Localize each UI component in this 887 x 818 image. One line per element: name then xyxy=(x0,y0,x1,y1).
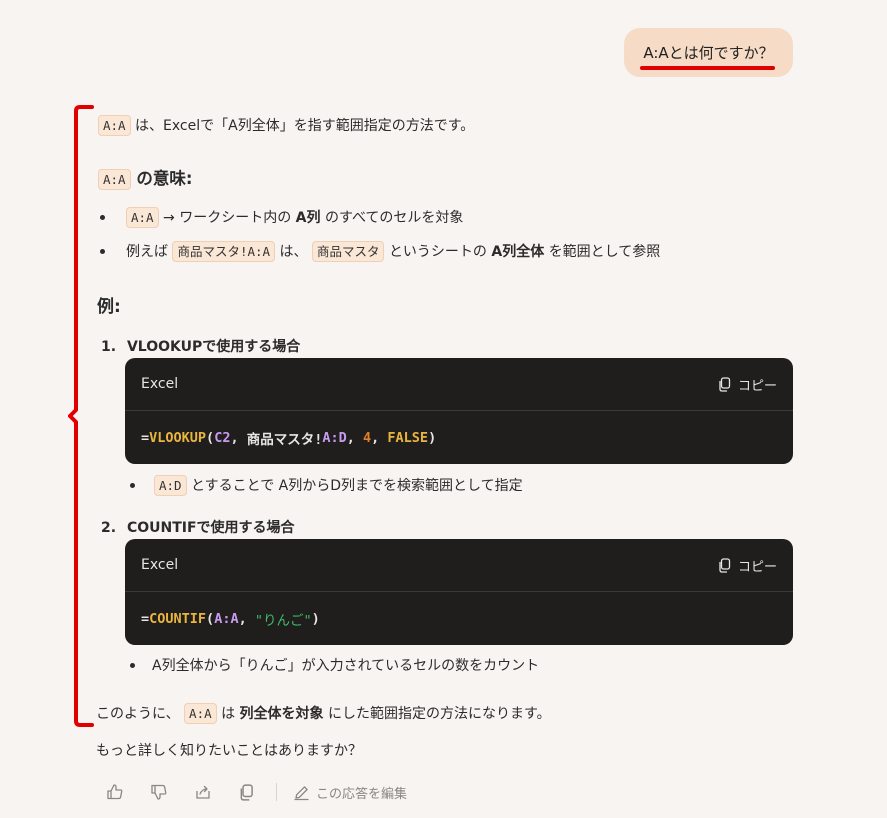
conclusion-text: は xyxy=(221,706,236,722)
example-title: VLOOKUPで使用する場合 xyxy=(126,339,301,355)
example-title: COUNTIFで使用する場合 xyxy=(126,520,295,536)
example-1-title: 1. VLOOKUPで使用する場合 xyxy=(101,336,300,356)
bullet-text: は、 xyxy=(279,244,308,260)
list-number: 1. xyxy=(101,339,117,355)
code-block-header: Excel コピー xyxy=(125,358,793,411)
code-token: ( xyxy=(206,429,215,446)
bullet-text: というシートの xyxy=(388,244,487,260)
bullet-dot xyxy=(100,215,105,220)
inline-code: A:A xyxy=(184,703,217,724)
inline-code: 商品マスタ xyxy=(311,241,385,262)
list-item: A:D とすることで A列からD列までを検索範囲として指定 xyxy=(154,475,523,496)
followup-question: もっと詳しく知りたいことはありますか？ xyxy=(96,743,362,759)
code-token: COUNTIF xyxy=(149,610,207,627)
bullet-dot xyxy=(100,249,105,254)
share-button[interactable] xyxy=(192,781,214,803)
meaning-heading: A:A の意味: xyxy=(98,165,193,190)
code-token: , xyxy=(238,610,255,627)
code-language: Excel xyxy=(141,376,179,392)
code-language: Excel xyxy=(141,557,179,573)
action-separator xyxy=(276,783,277,801)
bullet-text: 例えば xyxy=(126,244,168,260)
list-item: A列全体から「りんご」が入力されているセルの数をカウント xyxy=(152,658,540,674)
bullet-text: とすることで A列からD列までを検索範囲として指定 xyxy=(191,478,523,494)
code-block-vlookup: Excel コピー = VLOOKUP(C2, 商品マスタ! A:D, 4, FAL… xyxy=(125,358,793,464)
code-token: 4 xyxy=(363,429,372,446)
message-actions: この応答を編集 xyxy=(104,781,407,803)
thumbs-up-button[interactable] xyxy=(104,781,126,803)
bullet-text: → ワークシート内の xyxy=(163,210,292,226)
inline-code: 商品マスタ!A:A xyxy=(172,241,276,262)
code-token: , xyxy=(371,429,388,446)
inline-code: A:A xyxy=(126,207,159,228)
inline-code: A:A xyxy=(98,115,131,136)
code-block-header: Excel コピー xyxy=(125,539,793,592)
intro-text: は、Excelで「A列全体」を指す範囲指定の方法です。 xyxy=(135,118,475,134)
code-content: = VLOOKUP(C2, 商品マスタ! A:D, 4, FALSE) xyxy=(125,411,793,464)
example-2-title: 2. COUNTIFで使用する場合 xyxy=(101,517,295,537)
copy-icon xyxy=(719,376,731,392)
code-token: ) xyxy=(428,429,437,446)
code-token: ) xyxy=(311,610,320,627)
code-token: A:A xyxy=(214,610,239,627)
code-token: = xyxy=(141,610,150,627)
code-token: VLOOKUP xyxy=(149,429,207,446)
code-token: , xyxy=(346,429,364,446)
list-item: 例えば 商品マスタ!A:A は、 商品マスタ というシートの A列全体 を範囲と… xyxy=(126,241,661,262)
copy-button[interactable]: コピー xyxy=(718,375,777,394)
code-token: A:D xyxy=(322,429,347,446)
copy-label: コピー xyxy=(737,559,777,575)
edit-response-button[interactable]: この応答を編集 xyxy=(293,783,407,802)
code-token: , xyxy=(230,429,247,446)
code-token: 商品マスタ! xyxy=(246,431,323,448)
code-token: = xyxy=(141,429,150,446)
conclusion-text: にした範囲指定の方法になります。 xyxy=(327,706,551,722)
example-heading: 例: xyxy=(97,297,121,317)
edit-label: この応答を編集 xyxy=(316,786,408,802)
code-content: = COUNTIF(A:A, "りんご") xyxy=(125,592,793,645)
copy-icon xyxy=(240,783,253,801)
conclusion-bold: 列全体を対象 xyxy=(239,706,324,722)
thumbs-down-icon xyxy=(151,784,167,800)
copy-icon xyxy=(719,557,731,573)
code-token: ( xyxy=(206,610,215,627)
thumbs-up-icon xyxy=(107,784,123,800)
bullet-dot xyxy=(130,663,135,668)
pencil-icon xyxy=(294,785,309,800)
bullet-bold: A列全体 xyxy=(491,244,545,260)
bullet-dot xyxy=(130,483,135,488)
intro-line: A:A は、Excelで「A列全体」を指す範囲指定の方法です。 xyxy=(98,115,475,136)
list-number: 2. xyxy=(101,520,117,536)
bullet-text: のすべてのセルを対象 xyxy=(324,210,464,226)
bullet-text: を範囲として参照 xyxy=(548,244,661,260)
meaning-heading-text: の意味: xyxy=(136,169,193,188)
inline-code: A:D xyxy=(154,475,187,496)
annotation-underline xyxy=(640,66,775,70)
bullet-bold: A列 xyxy=(295,210,321,226)
thumbs-down-button[interactable] xyxy=(148,781,170,803)
code-token: "りんご" xyxy=(254,612,312,629)
code-token: C2 xyxy=(214,429,231,446)
share-icon xyxy=(196,785,210,799)
user-message-text: A:Aとは何ですか？ xyxy=(643,44,774,62)
code-block-countif: Excel コピー = COUNTIF(A:A, "りんご") xyxy=(125,539,793,645)
copy-response-button[interactable] xyxy=(236,781,258,803)
code-token: FALSE xyxy=(387,429,429,446)
annotation-brace xyxy=(68,105,94,727)
conclusion-line: このように、 A:A は 列全体を対象 にした範囲指定の方法になります。 xyxy=(96,703,551,724)
copy-button[interactable]: コピー xyxy=(718,556,777,575)
list-item: A:A → ワークシート内の A列 のすべてのセルを対象 xyxy=(126,207,464,228)
conclusion-text: このように、 xyxy=(96,706,180,722)
copy-label: コピー xyxy=(737,378,777,394)
inline-code: A:A xyxy=(98,169,131,190)
